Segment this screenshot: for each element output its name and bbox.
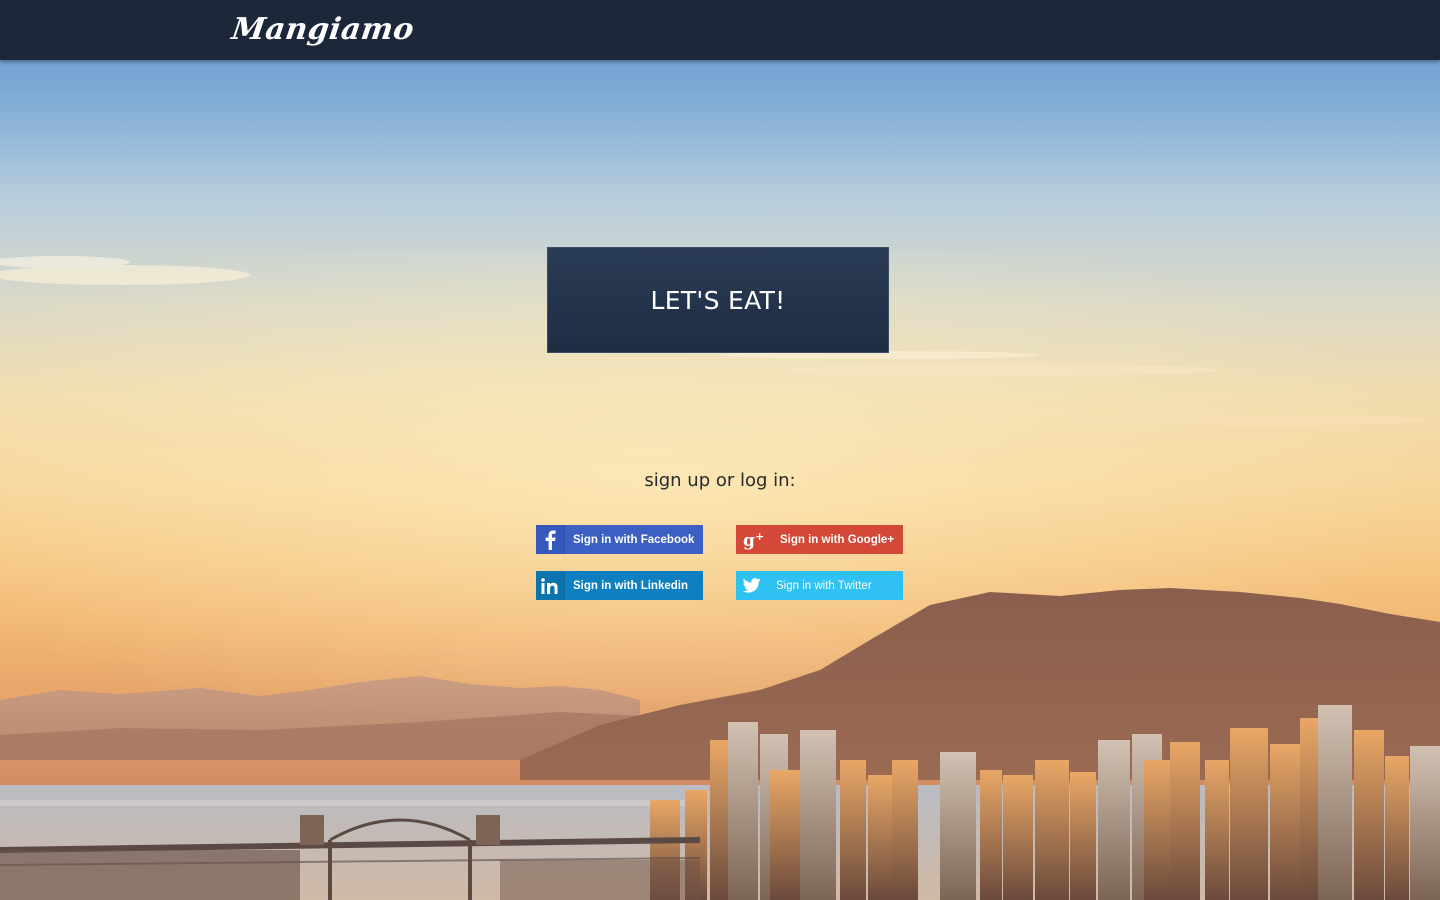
svg-text:g: g: [743, 531, 755, 550]
google-plus-signin-label: Sign in with Google+: [780, 533, 895, 546]
twitter-signin-button[interactable]: Sign in with Twitter: [736, 571, 903, 600]
google-plus-icon: g +: [736, 525, 772, 554]
lets-eat-button[interactable]: LET'S EAT!: [547, 247, 889, 353]
city-sunset-background: [0, 250, 1440, 900]
google-plus-signin-button[interactable]: g + Sign in with Google+: [736, 525, 903, 554]
login-page: Mangiamo LET'S EAT! sign up or log in: S…: [0, 0, 1440, 900]
signup-prompt: sign up or log in:: [644, 470, 796, 491]
twitter-icon: [736, 571, 768, 600]
top-navigation-bar: Mangiamo: [0, 0, 1440, 60]
linkedin-signin-label: Sign in with Linkedin: [573, 579, 688, 592]
twitter-signin-label: Sign in with Twitter: [776, 579, 872, 592]
app-logo[interactable]: Mangiamo: [230, 12, 417, 47]
svg-text:+: +: [755, 530, 764, 543]
facebook-signin-button[interactable]: Sign in with Facebook: [536, 525, 703, 554]
facebook-signin-label: Sign in with Facebook: [573, 533, 695, 546]
linkedin-signin-button[interactable]: Sign in with Linkedin: [536, 571, 703, 600]
facebook-icon: [536, 525, 565, 554]
linkedin-icon: [536, 571, 565, 600]
